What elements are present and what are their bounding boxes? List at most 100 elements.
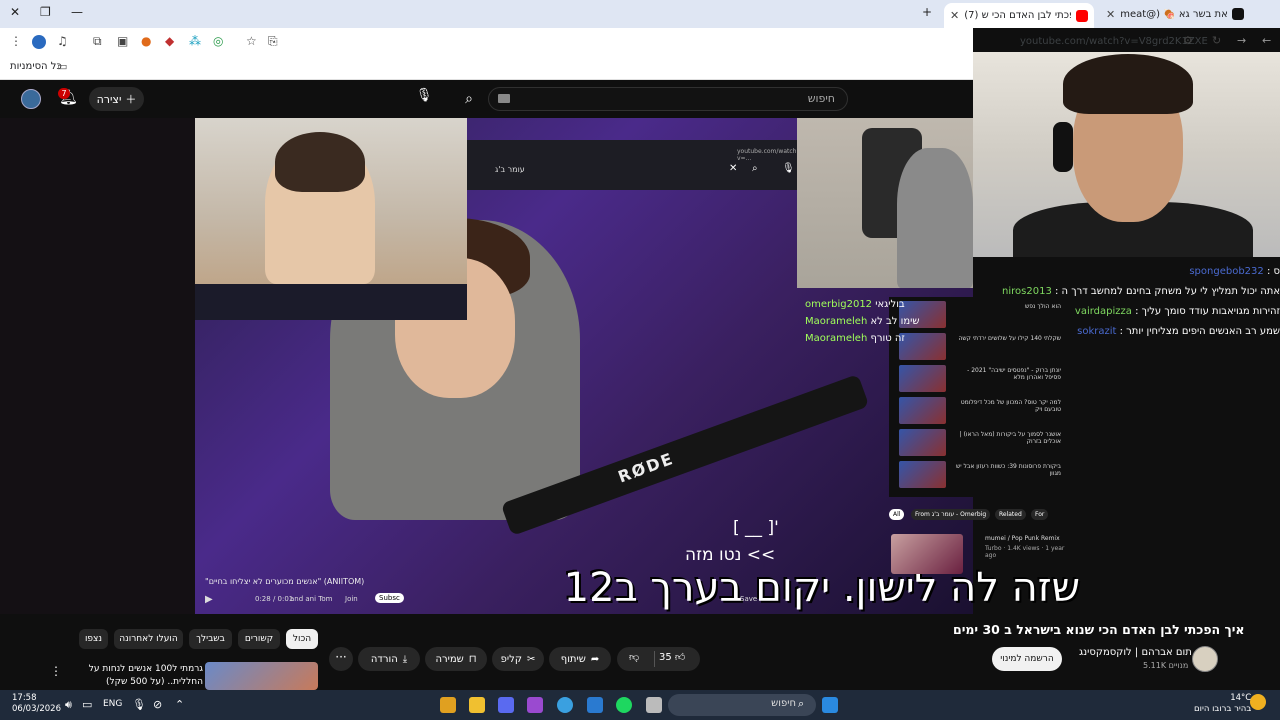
youtube-favicon-icon <box>1076 9 1088 22</box>
create-label: יצירה <box>96 92 122 106</box>
folder-icon: ▭ <box>57 60 68 73</box>
download-button[interactable]: הורדה ⤓ <box>358 647 420 671</box>
list-item: אושנר לסמוך על ביקורות (מאל הראו) | אוכל… <box>899 429 1069 457</box>
channel-name[interactable]: תום אברהם | לוקסמקסינג <box>1079 647 1192 658</box>
sidebar-video-item[interactable]: גרמתי ל100 אנשים לנחות על החללית.. (על 5… <box>50 662 320 690</box>
extension-icon[interactable]: ⁂ <box>189 34 201 48</box>
network-icon[interactable]: ▭ <box>82 698 92 711</box>
forward-icon[interactable]: → <box>1237 34 1246 47</box>
download-icon: ⤓ <box>402 653 408 665</box>
guest-webcam <box>195 118 467 284</box>
site-settings-icon[interactable]: ⚙ <box>1183 34 1193 47</box>
tab-tiktok[interactable]: ✕ meat@) 🍖 חושף את בשר גא <box>1100 3 1250 25</box>
extension-icon[interactable]: ◎ <box>213 34 223 48</box>
inner-mini-recommendation: mumei / Pop Punk Remix Turbo · 1.4K view… <box>889 530 1074 585</box>
video-title: איך הפכתי לבן האדם הכי שנוא בישראל ב 30 … <box>953 622 1245 637</box>
inner-player-controls: ▶ 0:28 / 0:01 and ani Tom Join Subsc Sav… <box>205 593 758 605</box>
search-input[interactable]: חיפוש <box>488 87 848 111</box>
dislike-icon[interactable]: 👎︎ <box>629 651 639 663</box>
subscribe-button[interactable]: הרשמה למינוי <box>992 647 1062 671</box>
chip-related[interactable]: קשורים <box>238 629 280 649</box>
menu-dots-icon[interactable]: ⋮ <box>10 34 22 48</box>
create-button[interactable]: יצירה ＋ <box>89 87 144 111</box>
windows-start-icon[interactable] <box>822 697 838 713</box>
guest-hair <box>275 132 365 192</box>
list-item: יונתן ברוק - "נפטסים ישיבה" 2021 - פסיפל… <box>899 365 1069 393</box>
streamer-figure <box>897 148 973 288</box>
clip-button[interactable]: קליפ ✂ <box>492 647 544 671</box>
like-button[interactable]: 35 👍︎ <box>659 651 685 663</box>
chat-message: ס : spongebob232 <box>1189 266 1280 277</box>
profile-icon[interactable] <box>32 35 46 49</box>
stream-chat-small: omerbig2012 בוליגאי Maorameleh שימו לב ל… <box>805 299 920 344</box>
weather-widget[interactable]: 14°C בהיר ברובו היום <box>1194 693 1251 715</box>
clock[interactable]: 17:58 06/03/2026 <box>12 693 61 715</box>
sidebar-video-title[interactable]: גרמתי ל100 אנשים לנחות על החללית.. (על 5… <box>68 663 203 689</box>
extension-icon[interactable]: ◆ <box>165 34 174 48</box>
all-bookmarks-button[interactable]: כל הסימניות <box>10 61 62 72</box>
tab-youtube-video[interactable]: ✕ (7) איך הפכתי לבן האדם הכי ש <box>944 3 1094 28</box>
desktop: ✕ ❐ — + ✕ (7) איך הפכתי לבן האדם הכי ש ✕… <box>0 0 1280 720</box>
media-icon[interactable]: ♫ <box>57 34 68 48</box>
language-indicator[interactable]: ENG <box>103 699 122 709</box>
close-tab-icon[interactable]: ✕ <box>1106 8 1115 21</box>
wifi-off-icon[interactable]: ⊘ <box>153 698 162 711</box>
back-icon[interactable]: ← <box>1262 34 1271 47</box>
notification-badge: 7 <box>58 88 70 99</box>
chevron-up-icon[interactable]: ⌃ <box>175 698 184 711</box>
menu-dots-icon[interactable]: ⋮ <box>50 664 62 678</box>
main-streamer-webcam <box>973 52 1280 257</box>
close-window-icon[interactable]: ✕ <box>10 5 20 19</box>
volume-icon[interactable]: 🔊︎ <box>65 698 72 712</box>
spotify-icon[interactable] <box>616 697 632 713</box>
chrome-icon[interactable] <box>557 697 573 713</box>
more-actions-button[interactable]: ··· <box>329 647 353 671</box>
channel-avatar[interactable] <box>1192 646 1218 672</box>
subscriber-count: 5.11K מנויים <box>1143 661 1189 670</box>
keyboard-icon[interactable] <box>498 94 510 103</box>
new-tab-button[interactable]: + <box>922 5 932 19</box>
chip-for-you[interactable]: בשבילך <box>189 629 232 649</box>
bookmarks-bar: כל הסימניות ▭ <box>0 56 973 80</box>
share-button[interactable]: שיתוף ➦ <box>549 647 611 671</box>
save-button[interactable]: שמירה ⊓ <box>425 647 487 671</box>
chip-watched[interactable]: נצפו <box>79 629 108 649</box>
chip-recent[interactable]: הועלו לאחרונה <box>114 629 183 649</box>
search-icon[interactable]: ⌕ <box>455 86 483 112</box>
inner-search-text: עומר ב'ג <box>495 165 525 174</box>
bookmark-icon: ⊓ <box>468 653 477 665</box>
close-tab-icon[interactable]: ✕ <box>950 9 959 22</box>
taskbar-search[interactable]: חיפוש <box>668 694 816 716</box>
avatar[interactable] <box>21 89 41 109</box>
play-icon: ▶ <box>205 594 213 605</box>
caption-line-1: [ __ ]' <box>733 518 779 538</box>
file-explorer-icon[interactable] <box>469 697 485 713</box>
cast-icon[interactable]: ⎘ <box>268 34 278 49</box>
voice-search-icon[interactable]: 🎙︎ <box>413 88 435 110</box>
tab-label: (7) איך הפכתי לבן האדם הכי ש <box>964 10 1071 21</box>
inner-search-icon: ⌕ <box>752 163 758 174</box>
player-video-title: "אנשים מכוערים לא יצליחו בחיים" (ANIITOM… <box>205 577 365 586</box>
reload-icon[interactable]: ↻ <box>1212 34 1221 47</box>
streamer-webcam <box>797 118 973 288</box>
caption-line-2: נטו מזה << <box>685 545 776 565</box>
extension-icon[interactable]: ▣ <box>117 34 128 48</box>
inner-mic-icon: 🎙︎ <box>782 163 795 174</box>
video-thumbnail[interactable] <box>205 662 318 690</box>
discord-icon[interactable] <box>498 697 514 713</box>
restore-window-icon[interactable]: ❐ <box>40 5 51 19</box>
list-item: ביקורת פרוסונות 39: כשוות רעזון אבל יש מ… <box>899 461 1069 489</box>
extensions-icon[interactable]: ⧉ <box>93 34 102 49</box>
url-text[interactable]: youtube.com/watch?v=V8grd2K1ZXE <box>1020 36 1208 47</box>
twitch-icon[interactable] <box>527 697 543 713</box>
mic-tray-icon[interactable]: 🎙︎ <box>132 698 146 711</box>
minimize-window-icon[interactable]: — <box>71 5 83 19</box>
extension-icon[interactable]: ● <box>141 34 151 48</box>
chip-all[interactable]: הכול <box>286 629 318 649</box>
overlay-chat: ס : spongebob232 אתה יכול תמליץ לי על מש… <box>985 262 1280 342</box>
app-icon[interactable] <box>440 697 456 713</box>
apps-grid-icon[interactable] <box>587 697 603 713</box>
bookmark-star-icon[interactable]: ☆ <box>246 34 257 48</box>
scissors-icon: ✂ <box>526 653 536 665</box>
task-view-icon[interactable] <box>646 697 662 713</box>
